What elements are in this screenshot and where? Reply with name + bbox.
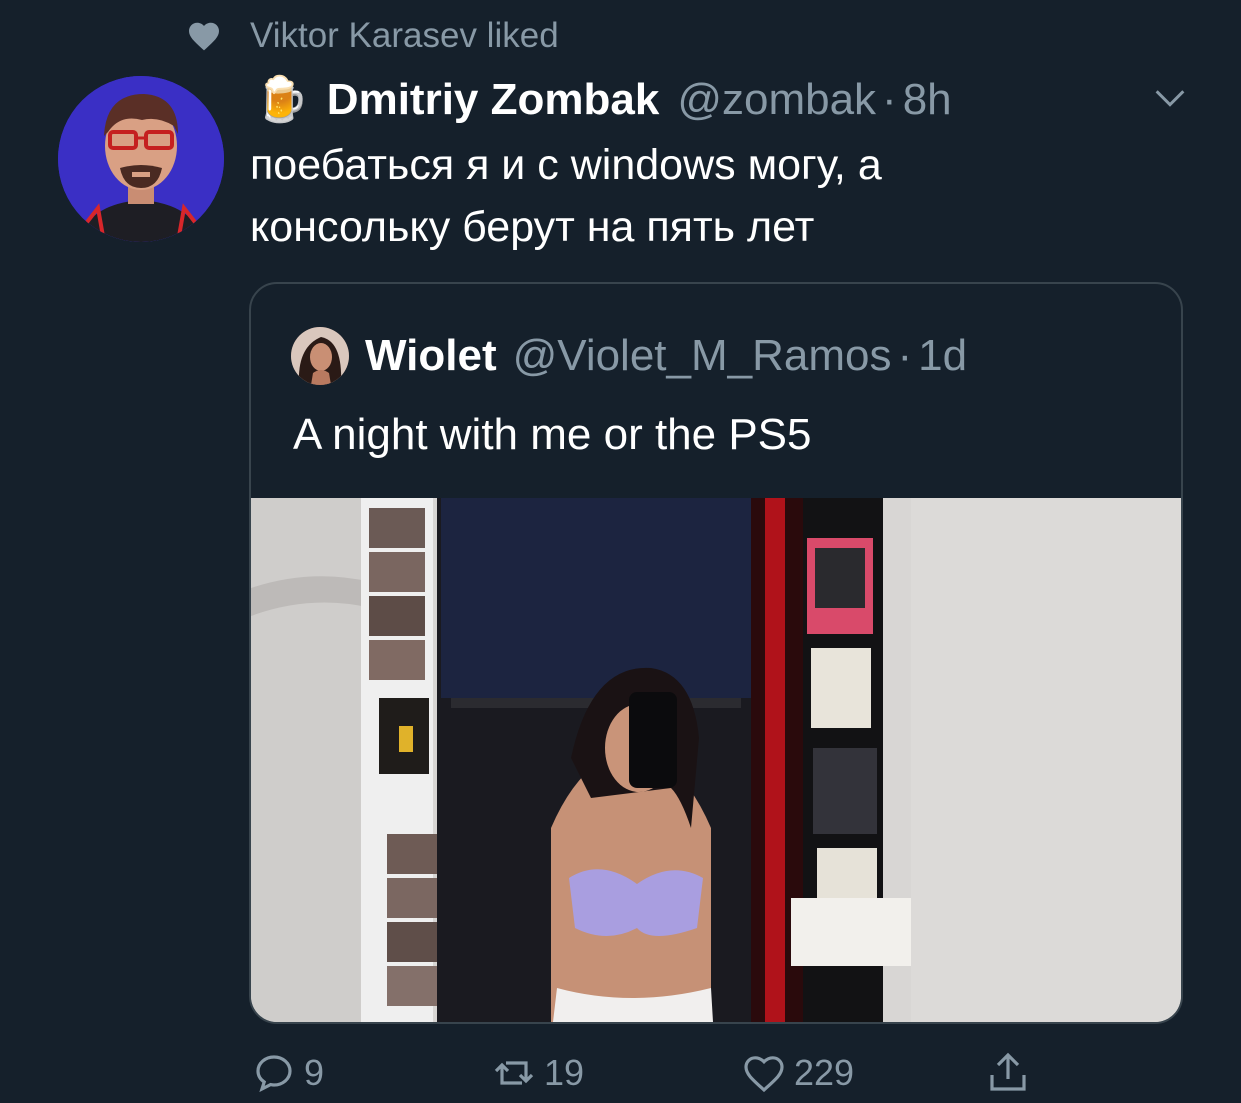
tweet-header: 🍺 Dmitriy Zombak @zombak · 8h — [254, 72, 952, 128]
author-name[interactable]: Dmitriy Zombak — [327, 75, 660, 125]
quoted-photo[interactable] — [251, 498, 1181, 1022]
retweet-action[interactable]: 19 — [490, 1048, 584, 1098]
retweet-icon — [494, 1061, 534, 1085]
share-icon — [990, 1052, 1026, 1091]
tweet-text: поебаться я и с windows могу, а консольк… — [250, 134, 1150, 258]
heart-icon — [186, 18, 222, 54]
retweet-count: 19 — [544, 1052, 585, 1093]
separator: · — [882, 75, 897, 124]
tweet-text-line: консольку берут на пять лет — [250, 203, 815, 251]
social-context: Viktor Karasev liked — [186, 14, 559, 58]
quoted-text: A night with me or the PS5 — [293, 410, 812, 459]
quoted-tweet[interactable]: Wiolet @Violet_M_Ramos · 1d A night with… — [249, 282, 1183, 1024]
beer-mug-icon: 🍺 — [254, 75, 309, 124]
tweet-actions: 9 19 229 — [0, 1048, 1241, 1098]
quoted-time[interactable]: 1d — [918, 331, 967, 381]
like-action[interactable]: 229 — [740, 1048, 854, 1098]
heart-outline-icon — [744, 1056, 784, 1093]
reply-icon — [256, 1055, 292, 1093]
tweet-time[interactable]: 8h — [903, 75, 952, 125]
like-count: 229 — [794, 1052, 855, 1093]
separator: · — [897, 331, 913, 380]
chevron-down-icon[interactable] — [1150, 78, 1190, 118]
share-action[interactable] — [984, 1048, 1038, 1098]
quoted-author-name[interactable]: Wiolet — [365, 331, 497, 381]
tweet-text-line: поебаться я и с windows могу, а — [250, 141, 882, 189]
quoted-header: Wiolet @Violet_M_Ramos · 1d — [291, 326, 967, 386]
reply-count: 9 — [304, 1052, 325, 1093]
social-context-text[interactable]: Viktor Karasev liked — [250, 16, 559, 56]
quoted-avatar[interactable] — [291, 327, 349, 385]
reply-action[interactable]: 9 — [250, 1048, 324, 1098]
author-handle[interactable]: @zombak — [677, 75, 876, 125]
quoted-author-handle[interactable]: @Violet_M_Ramos — [513, 331, 892, 381]
author-avatar[interactable] — [58, 76, 224, 242]
